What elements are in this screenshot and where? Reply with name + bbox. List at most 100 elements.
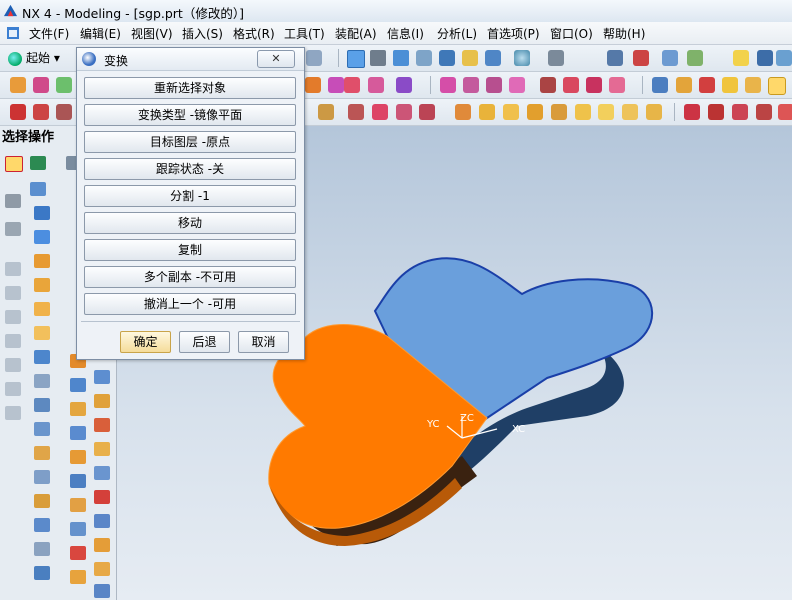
line-icon[interactable] [10, 104, 26, 120]
join-icon[interactable] [455, 104, 471, 120]
arc-tool-icon[interactable] [5, 286, 21, 300]
thread-icon[interactable] [34, 374, 50, 388]
measure-icon[interactable] [676, 77, 692, 93]
menu-format[interactable]: 格式(R) [233, 25, 275, 42]
feature11-icon[interactable] [70, 570, 86, 584]
subtract-icon[interactable] [586, 77, 602, 93]
reselect-objects-button[interactable]: 重新选择对象 [84, 77, 296, 99]
menu-window[interactable]: 窗口(O) [550, 25, 593, 42]
mesh-icon[interactable] [527, 104, 543, 120]
surface10-icon[interactable] [94, 562, 110, 576]
lightbulb-icon[interactable] [733, 50, 749, 66]
zoom-icon[interactable] [393, 50, 409, 66]
assembly-nav-icon[interactable] [662, 50, 678, 66]
menu-assembly[interactable]: 装配(A) [335, 25, 377, 42]
feature7-icon[interactable] [70, 474, 86, 488]
menu-insert[interactable]: 插入(S) [182, 25, 223, 42]
surface3-icon[interactable] [94, 394, 110, 408]
subdivide-button[interactable]: 分割 -1 [84, 185, 296, 207]
surface8-icon[interactable] [94, 514, 110, 528]
line-tool-icon[interactable] [5, 262, 21, 276]
chamfer-icon[interactable] [463, 77, 479, 93]
split-curve-icon[interactable] [708, 104, 724, 120]
law-icon[interactable] [646, 104, 662, 120]
shape-icon[interactable] [306, 50, 322, 66]
zoom-window-icon[interactable] [370, 50, 386, 66]
hide-icon[interactable] [607, 50, 623, 66]
blend-icon[interactable] [34, 350, 50, 364]
feature9-icon[interactable] [70, 522, 86, 536]
draft-icon[interactable] [509, 77, 525, 93]
feature6-icon[interactable] [70, 450, 86, 464]
scale-icon[interactable] [34, 494, 50, 508]
surface-icon[interactable] [479, 104, 495, 120]
wrap-icon[interactable] [34, 518, 50, 532]
through-curves-icon[interactable] [503, 104, 519, 120]
feature5-icon[interactable] [70, 426, 86, 440]
shaded-icon[interactable] [514, 50, 530, 66]
edit-curve-icon[interactable] [778, 104, 792, 120]
cylinder-icon[interactable] [33, 77, 49, 93]
divide-curve-icon[interactable] [756, 104, 772, 120]
feature8-icon[interactable] [70, 498, 86, 512]
sweep-icon[interactable] [344, 77, 360, 93]
target-layer-button[interactable]: 目标图层 -原点 [84, 131, 296, 153]
groove-icon[interactable] [34, 326, 50, 340]
menu-view[interactable]: 视图(V) [131, 25, 173, 42]
edge-blend-icon[interactable] [440, 77, 456, 93]
bridge-icon[interactable] [396, 104, 412, 120]
mirror-icon[interactable] [34, 422, 50, 436]
feature4-icon[interactable] [70, 402, 86, 416]
more-icon[interactable] [776, 50, 792, 66]
ok-button[interactable]: 确定 [120, 331, 171, 353]
trim-body-icon[interactable] [34, 542, 50, 556]
document-icon[interactable] [5, 25, 21, 41]
feature10-icon[interactable] [70, 546, 86, 560]
start-button[interactable]: 起始 ▾ [8, 49, 60, 67]
box-icon[interactable] [30, 182, 46, 196]
pattern-icon[interactable] [34, 398, 50, 412]
back-button[interactable]: 后退 [179, 331, 230, 353]
magnify-icon[interactable] [416, 50, 432, 66]
block-feature-icon[interactable] [34, 206, 50, 220]
surface6-icon[interactable] [94, 466, 110, 480]
extension-icon[interactable] [622, 104, 638, 120]
point-set-icon[interactable] [5, 222, 21, 236]
surface11-icon[interactable] [94, 584, 110, 598]
rotate-icon[interactable] [439, 50, 455, 66]
transform-type-button[interactable]: 变换类型 -镜像平面 [84, 104, 296, 126]
revolve-icon[interactable] [328, 77, 344, 93]
circle-tool-icon[interactable] [5, 358, 21, 372]
ruled-icon[interactable] [551, 104, 567, 120]
menu-analysis[interactable]: 分析(L) [437, 25, 477, 42]
pad-icon[interactable] [34, 254, 50, 268]
block-icon[interactable] [10, 77, 26, 93]
analysis-icon[interactable] [652, 77, 668, 93]
split-body-icon[interactable] [34, 566, 50, 580]
n-sided-icon[interactable] [598, 104, 614, 120]
move-button[interactable]: 移动 [84, 212, 296, 234]
surface2-icon[interactable] [94, 370, 110, 384]
select-icon[interactable] [768, 77, 786, 95]
menu-help[interactable]: 帮助(H) [603, 25, 645, 42]
crosshair-icon[interactable] [5, 406, 21, 420]
extrude-icon[interactable] [305, 77, 321, 93]
curve-icon[interactable] [318, 104, 334, 120]
sphere-icon[interactable] [34, 230, 50, 244]
arc-icon[interactable] [33, 104, 49, 120]
offset-curve-icon[interactable] [372, 104, 388, 120]
feature-icon[interactable] [30, 156, 46, 170]
multiple-copies-button[interactable]: 多个副本 -不可用 [84, 266, 296, 288]
menu-file[interactable]: 文件(F) [29, 25, 69, 42]
model-icon[interactable] [687, 50, 703, 66]
dialog-titlebar[interactable]: 变换 ✕ [77, 48, 304, 71]
circle2-tool-icon[interactable] [5, 382, 21, 396]
slot-icon[interactable] [34, 302, 50, 316]
patch-icon[interactable] [34, 470, 50, 484]
cancel-button[interactable]: 取消 [238, 331, 289, 353]
color-icon[interactable] [699, 77, 715, 93]
surface4-icon[interactable] [94, 418, 110, 432]
menu-preferences[interactable]: 首选项(P) [487, 25, 540, 42]
snap-icon[interactable] [745, 77, 761, 93]
copy-button[interactable]: 复制 [84, 239, 296, 261]
